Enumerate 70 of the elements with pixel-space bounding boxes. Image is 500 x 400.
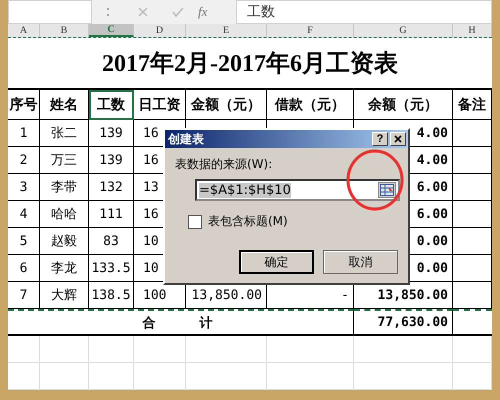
dialog-button[interactable]: 确定 bbox=[239, 250, 314, 274]
table-cell: 5 bbox=[8, 228, 40, 255]
check-icon[interactable] bbox=[172, 7, 184, 17]
close-icon bbox=[394, 135, 402, 143]
table-cell: 138.5 bbox=[89, 282, 134, 309]
table-cell: 133.5 bbox=[89, 255, 134, 282]
grip-icon bbox=[106, 7, 110, 17]
empty-cell bbox=[453, 282, 492, 309]
empty-cell bbox=[89, 336, 134, 363]
formula-field[interactable]: 工数 bbox=[236, 0, 492, 24]
empty-cell bbox=[134, 336, 186, 363]
empty-cell bbox=[453, 336, 492, 363]
header-cell: 余额（元） bbox=[354, 90, 453, 120]
table-cell: 4 bbox=[8, 201, 40, 228]
table-cell: 83 bbox=[89, 228, 134, 255]
table-cell: 6 bbox=[8, 255, 40, 282]
column-header[interactable]: A bbox=[8, 24, 40, 37]
empty-cell bbox=[453, 228, 492, 255]
help-button[interactable]: ? bbox=[372, 132, 388, 146]
empty-cell bbox=[8, 336, 40, 363]
empty-cell bbox=[453, 174, 492, 201]
dialog-button[interactable]: 取消 bbox=[323, 250, 398, 274]
table-cell: 1 bbox=[8, 120, 40, 147]
empty-cell bbox=[453, 255, 492, 282]
header-cell: 备注 bbox=[453, 90, 492, 120]
table-cell: 2 bbox=[8, 147, 40, 174]
table-cell: 张二 bbox=[40, 120, 89, 147]
empty-cell bbox=[40, 336, 89, 363]
header-cell: 日工资 bbox=[134, 90, 186, 120]
close-button[interactable] bbox=[390, 132, 406, 146]
header-cell: 借款（元） bbox=[267, 90, 354, 120]
header-cell: 金额（元） bbox=[186, 90, 267, 120]
annotation-circle bbox=[345, 148, 405, 212]
table-cell: 赵毅 bbox=[40, 228, 89, 255]
table-cell: 哈哈 bbox=[40, 201, 89, 228]
table-cell: 7 bbox=[8, 282, 40, 309]
table-cell: 3 bbox=[8, 174, 40, 201]
table-cell: 111 bbox=[89, 201, 134, 228]
column-header[interactable]: H bbox=[453, 24, 492, 37]
empty-cell bbox=[453, 120, 492, 147]
table-cell: 大辉 bbox=[40, 282, 89, 309]
empty-cell bbox=[453, 147, 492, 174]
table-cell: 万三 bbox=[40, 147, 89, 174]
table-cell: 李带 bbox=[40, 174, 89, 201]
header-cell: 工数 bbox=[89, 90, 134, 120]
insert-function-button[interactable]: fx bbox=[198, 4, 208, 20]
column-header[interactable]: E bbox=[186, 24, 267, 37]
empty-cell bbox=[453, 363, 492, 390]
sheet-title: 2017年2月-2017年6月工资表 bbox=[8, 38, 492, 90]
empty-cell bbox=[453, 309, 492, 336]
column-header[interactable]: F bbox=[267, 24, 354, 37]
column-header[interactable]: D bbox=[134, 24, 186, 37]
header-cell: 序号 bbox=[8, 90, 40, 120]
range-field[interactable]: =$A$1:$H$10 bbox=[195, 179, 400, 201]
table-cell: 139 bbox=[89, 147, 134, 174]
total-value: 77,630.00 bbox=[354, 309, 453, 336]
empty-cell bbox=[453, 201, 492, 228]
empty-cell bbox=[40, 363, 89, 390]
empty-cell bbox=[8, 363, 40, 390]
column-header[interactable]: G bbox=[354, 24, 453, 37]
header-cell: 姓名 bbox=[40, 90, 89, 120]
total-label: 合 计 bbox=[8, 309, 354, 336]
table-cell: 李龙 bbox=[40, 255, 89, 282]
table-cell: 132 bbox=[89, 174, 134, 201]
checkbox-label: 表包含标题(M) bbox=[208, 213, 288, 230]
empty-cell bbox=[89, 363, 134, 390]
range-select-button[interactable] bbox=[378, 182, 396, 198]
checkbox[interactable] bbox=[188, 214, 202, 228]
table-cell: 139 bbox=[89, 120, 134, 147]
empty-cell bbox=[134, 363, 186, 390]
